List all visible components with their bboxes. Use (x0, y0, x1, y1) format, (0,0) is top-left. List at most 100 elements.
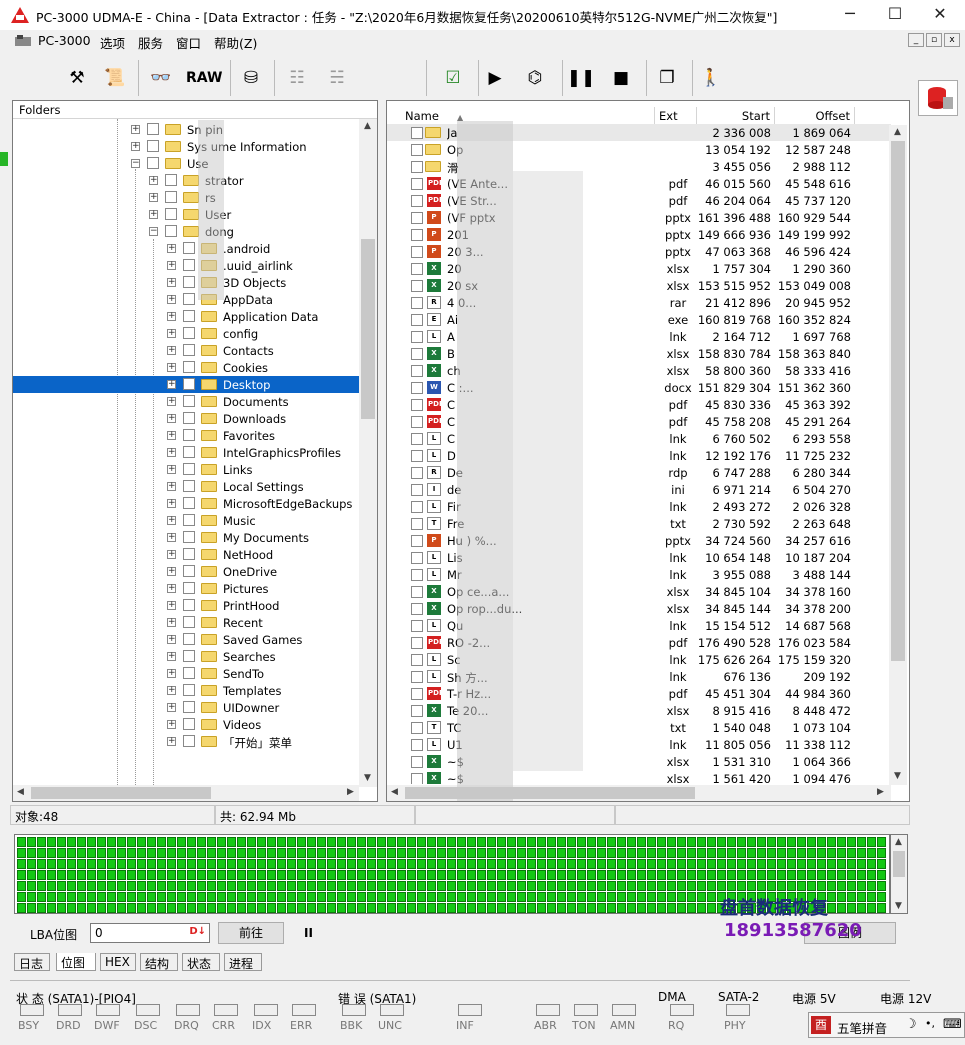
bitmap-pause-button[interactable]: II (304, 926, 313, 940)
file-checkbox[interactable] (411, 331, 423, 343)
checkbox[interactable] (183, 429, 195, 441)
checkbox[interactable] (165, 225, 177, 237)
file-checkbox[interactable] (411, 365, 423, 377)
tree-item[interactable]: + rs (13, 189, 359, 206)
checklist-icon[interactable]: ☑ (438, 64, 468, 92)
tab-structure[interactable]: 结构 (140, 953, 178, 971)
expand-icon[interactable]: + (167, 363, 176, 372)
checkbox[interactable] (183, 650, 195, 662)
tree-item[interactable]: + Application Data (13, 308, 359, 325)
file-checkbox[interactable] (411, 297, 423, 309)
file-checkbox[interactable] (411, 637, 423, 649)
menu-pc3000[interactable]: PC-3000 (38, 33, 91, 48)
tab-process[interactable]: 进程 (224, 953, 262, 971)
tree-item[interactable]: + Templates (13, 682, 359, 699)
go-button[interactable]: 前往 (218, 922, 284, 944)
file-checkbox[interactable] (411, 178, 423, 190)
tree-item[interactable]: + PrintHood (13, 597, 359, 614)
keyboard-icon[interactable]: ⌨ (943, 1017, 962, 1032)
expand-icon[interactable]: + (167, 261, 176, 270)
expand-icon[interactable]: + (149, 193, 158, 202)
expand-icon[interactable]: + (167, 516, 176, 525)
tree-view-icon[interactable]: ☷ (282, 64, 312, 92)
expand-icon[interactable]: + (167, 278, 176, 287)
file-checkbox[interactable] (411, 348, 423, 360)
file-checkbox[interactable] (411, 263, 423, 275)
tab-hex[interactable]: HEX (100, 953, 136, 971)
tree-item[interactable]: + Searches (13, 648, 359, 665)
col-ext[interactable]: Ext (655, 107, 697, 125)
tree-item[interactable]: + Documents (13, 393, 359, 410)
expand-icon[interactable]: + (167, 720, 176, 729)
tree-item[interactable]: + .android (13, 240, 359, 257)
tree-item[interactable]: + SendTo (13, 665, 359, 682)
expand-icon[interactable]: + (167, 584, 176, 593)
tree-item[interactable]: + Desktop (13, 376, 359, 393)
expand-icon[interactable]: + (167, 686, 176, 695)
tree-item[interactable]: + Links (13, 461, 359, 478)
files-hscroll-thumb[interactable] (405, 787, 695, 799)
tree-hscrollbar[interactable]: ◀ ▶ (13, 785, 359, 801)
tree-item[interactable]: + Contacts (13, 342, 359, 359)
checkbox[interactable] (183, 344, 195, 356)
expand-icon[interactable]: + (167, 737, 176, 746)
expand-icon[interactable]: + (167, 499, 176, 508)
file-checkbox[interactable] (411, 484, 423, 496)
checkbox[interactable] (183, 616, 195, 628)
checkbox[interactable] (183, 701, 195, 713)
file-checkbox[interactable] (411, 212, 423, 224)
files-vscroll-thumb[interactable] (891, 141, 905, 661)
tree-item[interactable]: + .uuid_airlink (13, 257, 359, 274)
file-checkbox[interactable] (411, 654, 423, 666)
menu-service[interactable]: 服务 (138, 33, 163, 52)
file-checkbox[interactable] (411, 399, 423, 411)
checkbox[interactable] (183, 276, 195, 288)
checkbox[interactable] (183, 684, 195, 696)
tree-item[interactable]: −Use (13, 155, 359, 172)
file-checkbox[interactable] (411, 501, 423, 513)
tree-item[interactable]: + config (13, 325, 359, 342)
checkbox[interactable] (165, 208, 177, 220)
file-checkbox[interactable] (411, 552, 423, 564)
expand-icon[interactable]: + (167, 618, 176, 627)
checkbox[interactable] (147, 157, 159, 169)
checkbox[interactable] (183, 310, 195, 322)
file-checkbox[interactable] (411, 705, 423, 717)
checkbox[interactable] (183, 599, 195, 611)
checkbox[interactable] (183, 480, 195, 492)
checkbox[interactable] (147, 140, 159, 152)
tree-item[interactable]: + Local Settings (13, 478, 359, 495)
checkbox[interactable] (183, 718, 195, 730)
checkbox[interactable] (183, 497, 195, 509)
tree-item[interactable]: + 「开始」菜单 (13, 733, 359, 750)
process-icon[interactable]: ⌬ (520, 64, 550, 92)
file-checkbox[interactable] (411, 144, 423, 156)
ime-logo-icon[interactable]: ⾣ (811, 1016, 831, 1034)
checkbox[interactable] (183, 565, 195, 577)
tree-item[interactable]: + Pictures (13, 580, 359, 597)
tree-item[interactable]: + MicrosoftEdgeBackups (13, 495, 359, 512)
collapse-icon[interactable]: − (131, 159, 140, 168)
expand-icon[interactable]: + (131, 142, 140, 151)
checkbox[interactable] (183, 259, 195, 271)
file-checkbox[interactable] (411, 161, 423, 173)
pause-icon[interactable]: ❚❚ (566, 64, 596, 92)
disk-export-icon[interactable]: ⛁ (236, 64, 266, 92)
expand-icon[interactable]: + (167, 652, 176, 661)
maximize-button[interactable]: ☐ (875, 4, 915, 26)
menu-options[interactable]: 选项 (100, 33, 125, 52)
tree-vscroll-thumb[interactable] (361, 239, 375, 419)
checkbox[interactable] (183, 361, 195, 373)
file-checkbox[interactable] (411, 688, 423, 700)
checkbox[interactable] (183, 327, 195, 339)
tree-item[interactable]: + Sys ume Information (13, 138, 359, 155)
exit-icon[interactable]: 🚶 (696, 64, 726, 92)
expand-icon[interactable]: + (167, 346, 176, 355)
tree-item[interactable]: + AppData (13, 291, 359, 308)
checkbox[interactable] (165, 191, 177, 203)
file-checkbox[interactable] (411, 756, 423, 768)
files-vscrollbar[interactable]: ▲ ▼ (889, 125, 907, 785)
db-icon[interactable] (918, 80, 958, 116)
file-checkbox[interactable] (411, 433, 423, 445)
binoculars-icon[interactable]: 👓 (146, 64, 176, 92)
